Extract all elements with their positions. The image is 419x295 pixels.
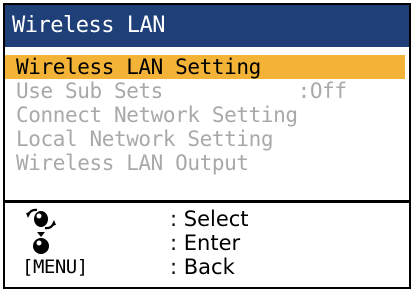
menu-item-wireless-lan-output[interactable]: Wireless LAN Output bbox=[5, 151, 409, 175]
menu-item-connect-network-setting[interactable]: Connect Network Setting bbox=[5, 103, 409, 127]
help-row-select: : Select bbox=[5, 207, 409, 231]
help-enter-text: : Enter bbox=[170, 231, 241, 255]
menu-key-label: [MENU] bbox=[22, 256, 88, 278]
help-back-text: : Back bbox=[170, 255, 235, 279]
help-divider bbox=[5, 200, 409, 203]
title-divider bbox=[5, 47, 409, 51]
help-row-back: [MENU] : Back bbox=[5, 255, 409, 279]
window-title: Wireless LAN bbox=[5, 5, 409, 47]
menu-item-wireless-lan-setting[interactable]: Wireless LAN Setting bbox=[5, 55, 405, 79]
menu-list: Wireless LAN Setting Use Sub Sets :Off C… bbox=[5, 55, 409, 175]
help-select-text: : Select bbox=[170, 207, 249, 231]
dialog-window: Wireless LAN Wireless LAN Setting Use Su… bbox=[3, 3, 411, 289]
push-knob-icon bbox=[22, 231, 92, 255]
menu-item-use-sub-sets[interactable]: Use Sub Sets :Off bbox=[5, 79, 409, 103]
help-row-enter: : Enter bbox=[5, 231, 409, 255]
rotate-knob-icon bbox=[22, 207, 92, 231]
menu-item-local-network-setting[interactable]: Local Network Setting bbox=[5, 127, 409, 151]
help-panel: : Select : Enter [MENU] : Back bbox=[5, 207, 409, 279]
